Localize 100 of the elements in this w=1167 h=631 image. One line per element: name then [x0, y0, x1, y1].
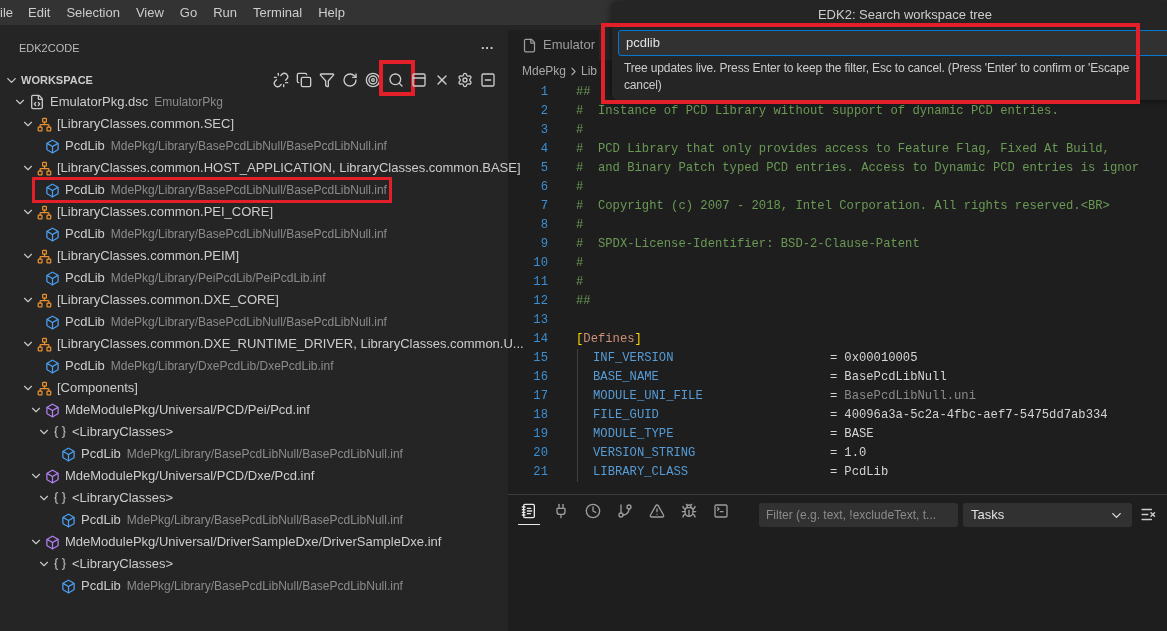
cube-icon: [61, 578, 76, 594]
line-number: 11: [532, 274, 548, 292]
editor-tab[interactable]: Emulator: [508, 30, 600, 60]
cube-icon: [45, 138, 60, 154]
filter-field[interactable]: Filter (e.g. text, !excludeText, t...: [759, 503, 958, 527]
cube-icon: [45, 270, 60, 286]
clear-list-icon[interactable]: [1140, 506, 1157, 523]
equals-sign: =: [830, 426, 838, 444]
code-comment: # and Binary Patch typed PCD entries. Access to Dynamic PCD entries is ignor: [576, 160, 1140, 178]
code-comment: #: [576, 122, 584, 140]
line-number: 18: [532, 407, 548, 425]
target-icon[interactable]: [365, 72, 381, 88]
cube-icon: [45, 358, 60, 374]
tree-item-description: MdePkg/Library/BasePcdLibNull/BasePcdLibNull.inf: [126, 578, 403, 595]
menu-item[interactable]: Selection: [58, 2, 128, 23]
tree-item-label[interactable]: PcdLib: [65, 356, 105, 376]
copy-icon[interactable]: [296, 72, 312, 88]
tree-item-label[interactable]: PcdLib: [81, 444, 121, 464]
search-field[interactable]: pcdlib: [618, 29, 1167, 56]
filter-icon[interactable]: [319, 72, 335, 88]
tree-item-label[interactable]: PcdLib: [81, 576, 121, 596]
menu-item[interactable]: Help: [310, 2, 353, 23]
tree-item-label[interactable]: [LibraryClasses.common.DXE_RUNTIME_DRIVER, LibraryClasses.common.U...: [57, 334, 524, 354]
hierarchy-icon: [37, 336, 52, 352]
line-number: 17: [532, 388, 548, 406]
tree-item-description: MdePkg/Library/BasePcdLibNull/BasePcdLibNull.inf: [110, 182, 387, 199]
cube-icon: [45, 182, 60, 198]
line-number: 13: [532, 312, 548, 330]
line-number: 2: [539, 103, 548, 121]
more-actions-button[interactable]: ···: [481, 38, 494, 58]
tree-item-label[interactable]: [LibraryClasses.common.SEC]: [57, 114, 234, 134]
define-value: 40096a3a-5c2a-4fbc-aef7-5475dd7ab334: [844, 407, 1108, 425]
menu-item[interactable]: Run: [205, 2, 246, 23]
code-comment: #: [576, 274, 584, 292]
tree-item-label[interactable]: <LibraryClasses>: [72, 554, 174, 574]
tree-item-label[interactable]: PcdLib: [65, 312, 105, 332]
tree-item-label[interactable]: MdeModulePkg/Universal/DriverSampleDxe/DriverSampleDxe.inf: [65, 532, 442, 552]
equals-sign: =: [830, 445, 838, 463]
define-value: 1.0: [844, 445, 867, 463]
define-value: BASE: [844, 426, 874, 444]
equals-sign: =: [830, 464, 838, 482]
hierarchy-icon: [37, 292, 52, 308]
breadcrumb-item[interactable]: MdePkg: [522, 62, 567, 80]
tasks-dropdown[interactable]: Tasks: [963, 503, 1132, 527]
menu-item[interactable]: Go: [171, 2, 206, 23]
menu-item[interactable]: View: [127, 2, 172, 23]
menu-item[interactable]: Edit: [20, 2, 59, 23]
tree-item-label[interactable]: [LibraryClasses.common.HOST_APPLICATION, LibraryClasses.common.BASE]: [57, 158, 521, 178]
tree-item-description: MdePkg/Library/BasePcdLibNull/BasePcdLibNull.inf: [110, 314, 387, 331]
define-key: BASE_NAME: [593, 368, 830, 387]
breadcrumb-item[interactable]: Lib: [581, 62, 598, 80]
tree-item-description: EmulatorPkg: [154, 94, 223, 111]
code-comment: #: [576, 255, 584, 273]
define-key: MODULE_UNI_FILE: [593, 387, 830, 406]
tree-item-label[interactable]: PcdLib: [65, 224, 105, 244]
line-number: 15: [532, 350, 548, 368]
hierarchy-icon: [37, 380, 52, 396]
cube-icon: [61, 512, 76, 528]
hierarchy-icon: [37, 160, 52, 176]
tree-item-label[interactable]: [LibraryClasses.common.PEI_CORE]: [57, 202, 273, 222]
tree-item-label[interactable]: <LibraryClasses>: [72, 488, 174, 508]
section-header[interactable]: WORKSPACE: [21, 71, 93, 89]
hint-text: Tree updates live. Press Enter to keep the filter, Esc to cancel. (Press 'Enter' to confirm or 'Escape: [624, 59, 1131, 77]
collapse-icon[interactable]: [480, 72, 496, 88]
tree-item-label[interactable]: EmulatorPkg.dsc: [50, 92, 149, 112]
settings-icon[interactable]: [457, 72, 473, 88]
tree-item-label[interactable]: [LibraryClasses.common.PEIM]: [57, 246, 240, 266]
tree-item-description: MdePkg/Library/BasePcdLibNull/BasePcdLibNull.inf: [126, 512, 403, 529]
define-key: LIBRARY_CLASS: [593, 463, 830, 482]
define-value: PcdLib: [844, 464, 889, 482]
hierarchy-icon: [37, 116, 52, 132]
define-value: BasePcdLibNull.uni: [844, 388, 976, 406]
panel-icon[interactable]: [411, 72, 427, 88]
tree-item-label[interactable]: MdeModulePkg/Universal/PCD/Dxe/Pcd.inf: [65, 466, 315, 486]
tree-item-label[interactable]: [Components]: [57, 378, 138, 398]
line-number: 7: [539, 198, 548, 216]
hierarchy-icon: [37, 248, 52, 264]
tree-item-label[interactable]: [LibraryClasses.common.DXE_CORE]: [57, 290, 279, 310]
menu-item[interactable]: Terminal: [245, 2, 311, 23]
line-number: 6: [539, 179, 548, 197]
search-icon[interactable]: [388, 72, 404, 88]
code-comment: #: [576, 179, 584, 197]
refresh-icon[interactable]: [342, 72, 358, 88]
tree-item-label[interactable]: <LibraryClasses>: [72, 422, 174, 442]
line-number: 12: [532, 293, 548, 311]
code-comment: # PCD Library that only provides access to Feature Flag, Fixed At Build,: [576, 141, 1110, 159]
tree-item-label[interactable]: PcdLib: [65, 268, 105, 288]
unlink-icon[interactable]: [273, 72, 289, 88]
line-number: 21: [532, 464, 548, 482]
notes-icon[interactable]: [518, 503, 540, 525]
tree-item-label[interactable]: PcdLib: [65, 180, 105, 200]
file-icon: [29, 94, 45, 110]
code-comment: # Copyright (c) 2007 - 2018, Intel Corporation. All rights reserved.<BR>: [576, 198, 1110, 216]
tree-item-label[interactable]: PcdLib: [65, 136, 105, 156]
file-icon: [522, 37, 537, 53]
menu-item[interactable]: ile: [0, 2, 20, 23]
cube-icon: [45, 314, 60, 330]
tree-item-label[interactable]: PcdLib: [81, 510, 121, 530]
line-number: 3: [539, 122, 548, 140]
tree-item-label[interactable]: MdeModulePkg/Universal/PCD/Pei/Pcd.inf: [65, 400, 310, 420]
